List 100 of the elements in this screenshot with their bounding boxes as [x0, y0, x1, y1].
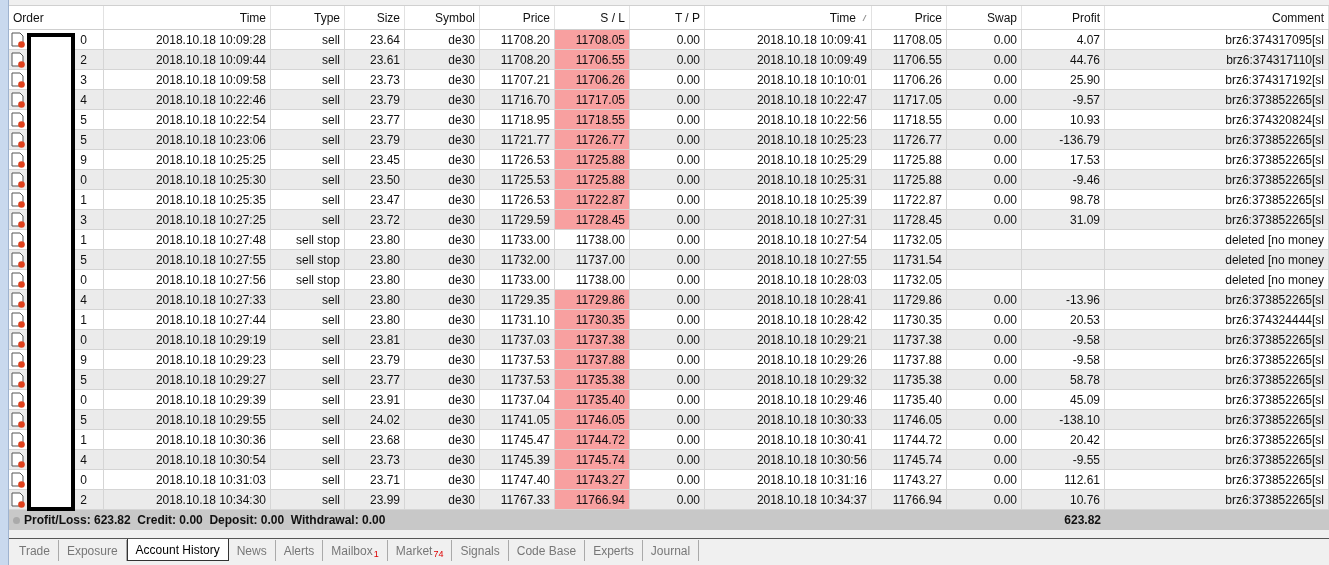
table-cell: 9 — [80, 352, 87, 367]
tab[interactable]: Alerts — [275, 540, 324, 561]
table-cell: 0.00 — [947, 190, 1022, 209]
document-icon — [11, 171, 26, 188]
table-cell: brz6:373852265[sl — [1105, 370, 1329, 389]
table-cell: de30 — [405, 430, 480, 449]
table-cell: 23.81 — [345, 330, 405, 349]
table-cell: brz6:373852265[sl — [1105, 90, 1329, 109]
table-cell: 2018.10.18 10:23:06 — [104, 130, 271, 149]
table-cell: 0.00 — [947, 370, 1022, 389]
table-cell: 2018.10.18 10:25:31 — [705, 170, 872, 189]
tab[interactable]: Account History — [126, 539, 229, 561]
tab[interactable]: Exposure — [58, 540, 127, 561]
table-cell: 1 — [80, 192, 87, 207]
table-cell: 0.00 — [947, 490, 1022, 509]
tab[interactable]: Trade — [11, 540, 59, 561]
tab[interactable]: Journal — [642, 540, 700, 561]
table-cell: 0.00 — [630, 470, 705, 489]
table-cell: 11706.55 — [555, 50, 630, 69]
table-cell: 2 — [80, 52, 87, 67]
table-cell: 98.78 — [1022, 190, 1105, 209]
table-cell: 2018.10.18 10:27:48 — [104, 230, 271, 249]
table-cell: brz6:373852265[sl — [1105, 350, 1329, 369]
table-cell: 2018.10.18 10:30:56 — [705, 450, 872, 469]
column-header[interactable]: Comment — [1105, 6, 1329, 29]
tab[interactable]: Code Base — [508, 540, 586, 561]
table-cell: 2018.10.18 10:29:46 — [705, 390, 872, 409]
tab[interactable]: News — [228, 540, 276, 561]
table-cell: 11743.27 — [555, 470, 630, 489]
table-cell: sell — [271, 370, 345, 389]
table-cell: 2018.10.18 10:34:37 — [705, 490, 872, 509]
column-header[interactable]: Symbol — [405, 6, 480, 29]
table-cell: 2018.10.18 10:30:33 — [705, 410, 872, 429]
table-cell: brz6:373852265[sl — [1105, 130, 1329, 149]
table-cell: sell — [271, 470, 345, 489]
table-cell: 1 — [80, 432, 87, 447]
document-icon — [11, 131, 26, 148]
document-icon — [11, 251, 26, 268]
table-cell: 11766.94 — [872, 490, 947, 509]
column-header[interactable]: Profit — [1022, 6, 1105, 29]
tab-count: 74 — [433, 549, 444, 559]
table-cell: -13.96 — [1022, 290, 1105, 309]
table-cell: sell — [271, 190, 345, 209]
table-cell: 0.00 — [947, 350, 1022, 369]
column-header[interactable]: Time — [705, 6, 872, 29]
table-cell: brz6:373852265[sl — [1105, 490, 1329, 509]
table-cell: sell — [271, 130, 345, 149]
table-cell: 11743.27 — [872, 470, 947, 489]
table-cell: 23.79 — [345, 350, 405, 369]
table-cell: -9.58 — [1022, 350, 1105, 369]
table-cell: 0.00 — [630, 430, 705, 449]
table-cell: 11735.40 — [555, 390, 630, 409]
table-cell: de30 — [405, 130, 480, 149]
table-cell: de30 — [405, 290, 480, 309]
table-cell: 0.00 — [630, 370, 705, 389]
table-cell: 23.50 — [345, 170, 405, 189]
table-cell: 11708.05 — [555, 30, 630, 49]
table-cell: de30 — [405, 50, 480, 69]
table-cell: 2018.10.18 10:25:39 — [705, 190, 872, 209]
table-cell: 11708.05 — [872, 30, 947, 49]
table-cell: 45.09 — [1022, 390, 1105, 409]
table-cell: 23.71 — [345, 470, 405, 489]
column-header[interactable]: Size — [345, 6, 405, 29]
column-header[interactable]: T / P — [630, 6, 705, 29]
document-icon — [11, 211, 26, 228]
column-header[interactable]: Swap — [947, 6, 1022, 29]
table-cell: 0.00 — [947, 50, 1022, 69]
table-cell: 2018.10.18 10:30:36 — [104, 430, 271, 449]
table-cell: 0.00 — [947, 450, 1022, 469]
table-cell: 0 — [80, 272, 87, 287]
column-header[interactable]: Order — [9, 6, 104, 29]
table-cell: 2018.10.18 10:27:56 — [104, 270, 271, 289]
table-cell: 11737.00 — [555, 250, 630, 269]
table-cell: 23.68 — [345, 430, 405, 449]
table-cell: 11744.72 — [555, 430, 630, 449]
table-cell: 11746.05 — [555, 410, 630, 429]
tab[interactable]: Signals — [452, 540, 509, 561]
table-cell: 0.00 — [630, 330, 705, 349]
column-header[interactable]: S / L — [555, 6, 630, 29]
table-cell: 11726.77 — [872, 130, 947, 149]
table-cell: 0.00 — [630, 350, 705, 369]
column-header[interactable]: Price — [480, 6, 555, 29]
tab[interactable]: Experts — [585, 540, 643, 561]
table-cell: 0.00 — [630, 390, 705, 409]
table-cell: 2018.10.18 10:29:19 — [104, 330, 271, 349]
table-cell: brz6:374320824[sl — [1105, 110, 1329, 129]
table-cell: 11722.87 — [872, 190, 947, 209]
table-cell: 2018.10.18 10:09:58 — [104, 70, 271, 89]
table-cell: 11766.94 — [555, 490, 630, 509]
column-header[interactable]: Type — [271, 6, 345, 29]
table-cell: sell — [271, 450, 345, 469]
table-cell: 11730.35 — [872, 310, 947, 329]
table-cell: 0.00 — [630, 90, 705, 109]
table-cell: 0.00 — [947, 70, 1022, 89]
column-header[interactable]: Time — [104, 6, 271, 29]
table-cell: 0 — [80, 172, 87, 187]
status-dot-icon — [13, 516, 20, 524]
column-header[interactable]: Price — [872, 6, 947, 29]
table-cell: de30 — [405, 270, 480, 289]
table-cell: 2018.10.18 10:31:16 — [705, 470, 872, 489]
